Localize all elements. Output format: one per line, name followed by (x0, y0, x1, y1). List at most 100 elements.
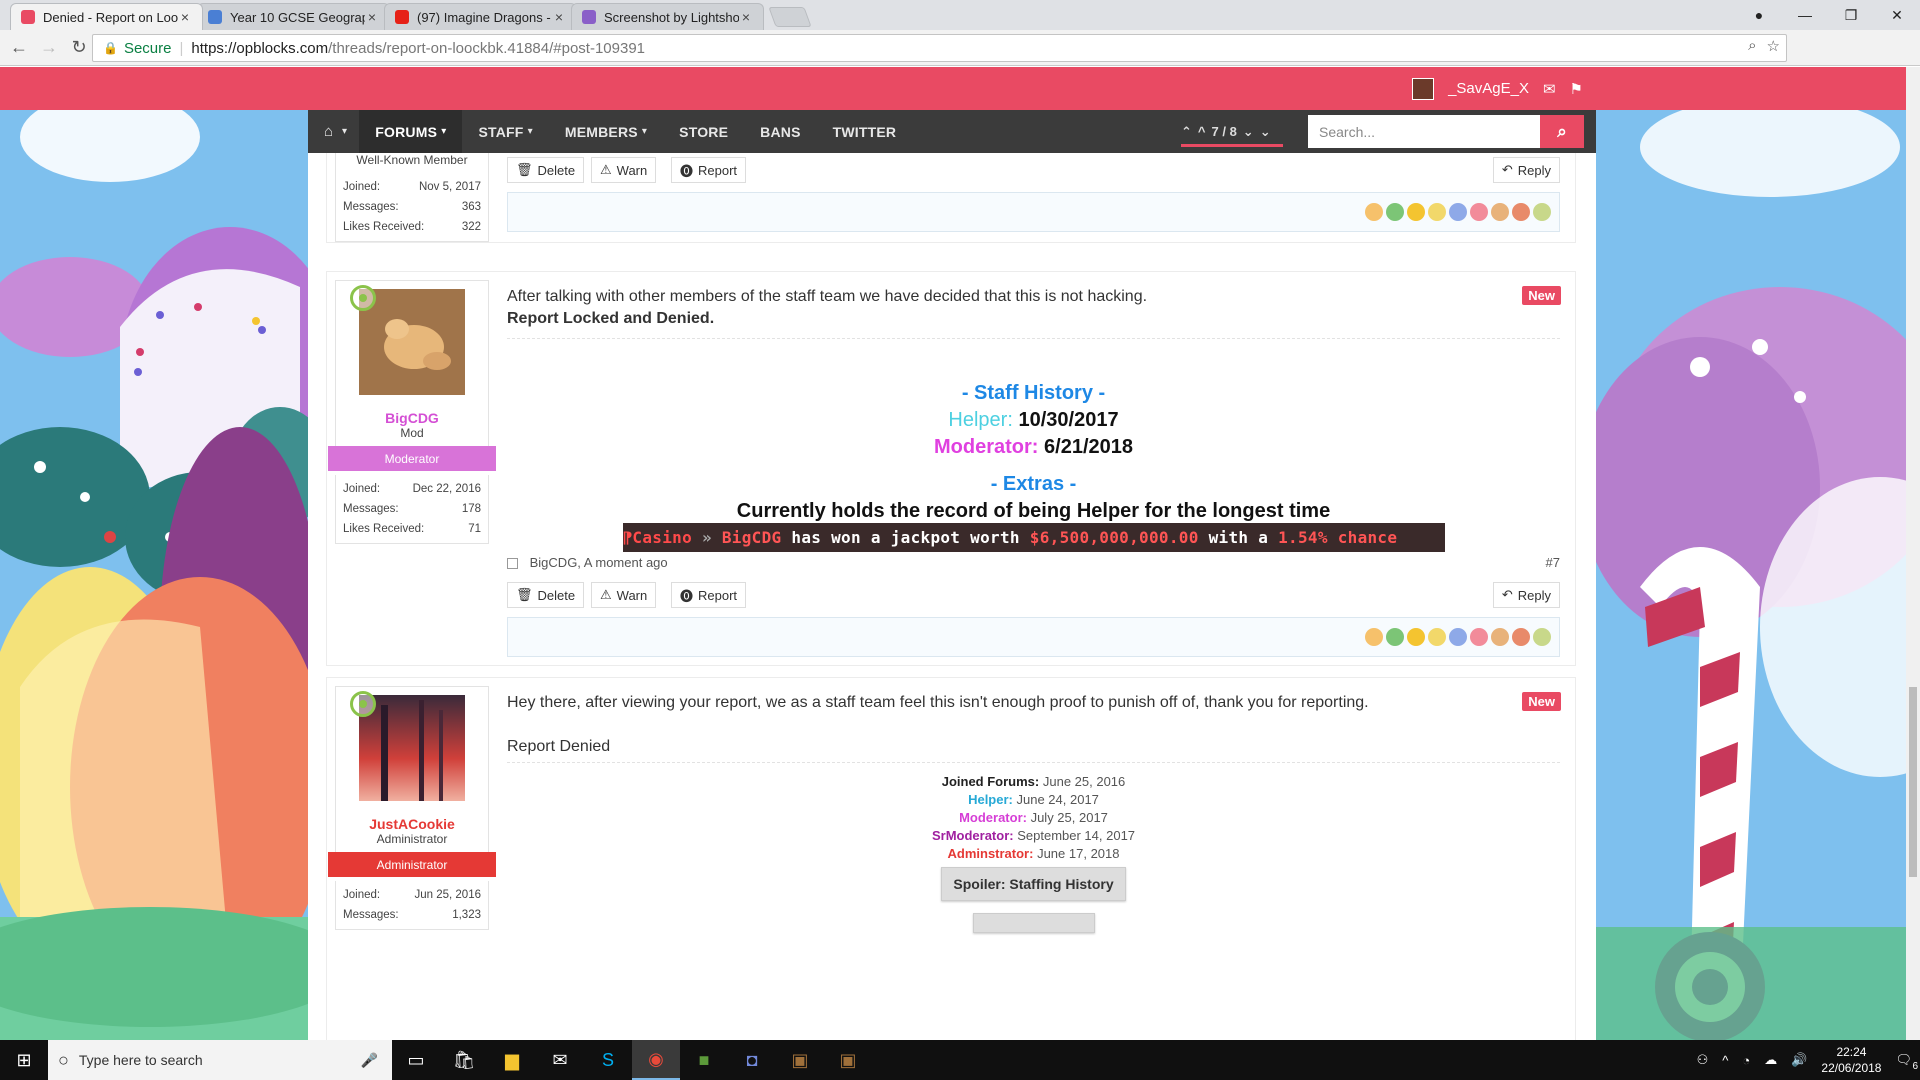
tab-store[interactable]: STORE (663, 110, 744, 153)
rainbow-icon[interactable] (1512, 628, 1530, 646)
profile-icon[interactable]: ● (1736, 7, 1782, 23)
notifications-icon[interactable]: 🗨 6 (1895, 1052, 1918, 1072)
tab-geography[interactable]: Year 10 GCSE Geography × (197, 3, 390, 30)
network-icon[interactable]: ◔ (1742, 1053, 1750, 1068)
taskbar-search-input[interactable]: ○ Type here to search 🎤 (48, 1040, 392, 1080)
account-username[interactable]: _SavAgE_X (1448, 80, 1529, 97)
creative-icon[interactable] (1533, 628, 1551, 646)
agree-icon[interactable] (1386, 628, 1404, 646)
windows-start-icon[interactable]: ⊞ (0, 1050, 48, 1071)
address-bar[interactable]: 🔒 Secure | https://opblocks.com/threads/… (92, 34, 1787, 62)
home-nav[interactable]: ⌂ ▾ (308, 110, 359, 153)
minimize-icon[interactable]: — (1782, 7, 1828, 23)
minecraft-launcher-2-icon[interactable]: ▣ (824, 1040, 872, 1080)
moderator-label: Moderator: (934, 436, 1039, 458)
funny-icon[interactable] (1407, 203, 1425, 221)
casino-player: BigCDG (721, 528, 782, 547)
bookmark-star-icon[interactable]: ☆ (1767, 37, 1780, 55)
tab-bans[interactable]: BANS (744, 110, 816, 153)
info-icon[interactable] (1449, 628, 1467, 646)
zoom-icon[interactable]: ⌕ (1748, 37, 1756, 55)
scrollbar-thumb[interactable] (1909, 687, 1917, 877)
skype-icon[interactable]: S (584, 1040, 632, 1080)
tab-youtube[interactable]: (97) Imagine Dragons - B × (384, 3, 577, 30)
report-button[interactable]: ⓿ Report (671, 157, 747, 183)
close-icon[interactable]: × (739, 9, 753, 25)
close-icon[interactable]: × (178, 9, 192, 25)
avatar[interactable] (1412, 77, 1435, 100)
spoiler-button[interactable]: Spoiler: Staffing History (941, 867, 1126, 901)
last-page-icon[interactable]: ⌄ (1260, 124, 1271, 140)
close-window-icon[interactable]: ✕ (1874, 7, 1920, 24)
minecraft-icon[interactable]: ■ (680, 1040, 728, 1080)
store-icon[interactable]: 🛍 (440, 1040, 488, 1080)
tab-forums[interactable]: FORUMS ▾ (359, 110, 463, 153)
winner-icon[interactable] (1428, 628, 1446, 646)
search-button[interactable]: ⌕ (1540, 115, 1584, 148)
winner-icon[interactable] (1428, 203, 1446, 221)
page-scrollbar[interactable] (1906, 67, 1920, 1040)
useful-icon[interactable] (1491, 628, 1509, 646)
stat-label: Joined: (343, 483, 381, 495)
rainbow-icon[interactable] (1512, 203, 1530, 221)
tab-lightshot[interactable]: Screenshot by Lightshot × (571, 3, 764, 30)
volume-icon[interactable]: 🔊 (1791, 1052, 1807, 1068)
love-icon[interactable] (1470, 628, 1488, 646)
minecraft-launcher-icon[interactable]: ▣ (776, 1040, 824, 1080)
warn-button[interactable]: ⚠ Warn (591, 582, 657, 608)
author-time[interactable]: BigCDG, A moment ago (530, 555, 668, 570)
prev-page-icon[interactable]: ^ (1198, 124, 1206, 139)
avatar[interactable] (359, 694, 465, 801)
select-checkbox[interactable] (507, 558, 518, 570)
alerts-flag-icon[interactable]: ⚑ (1570, 80, 1583, 98)
post-previous: Well-Known Member Joined: Nov 5, 2017 Mes… (326, 153, 1576, 243)
first-page-icon[interactable]: ⌃ (1181, 124, 1192, 140)
warn-button[interactable]: ⚠ Warn (591, 157, 657, 183)
spoiler-button-2[interactable] (972, 913, 1095, 933)
avatar[interactable] (359, 288, 465, 395)
moderator-line: Moderator: 6/21/2018 (507, 434, 1560, 461)
forward-icon[interactable]: → (34, 37, 64, 58)
avatar-box (335, 280, 489, 402)
next-page-icon[interactable]: ⌄ (1243, 124, 1254, 140)
tab-twitter[interactable]: TWITTER (817, 110, 913, 153)
mail-icon[interactable]: ✉ (536, 1040, 584, 1080)
like-icon[interactable] (1365, 628, 1383, 646)
maximize-icon[interactable]: ❐ (1828, 7, 1874, 24)
info-icon[interactable] (1449, 203, 1467, 221)
discord-icon[interactable]: ◘ (728, 1040, 776, 1080)
funny-icon[interactable] (1407, 628, 1425, 646)
useful-icon[interactable] (1491, 203, 1509, 221)
report-button[interactable]: ⓿ Report (671, 582, 747, 608)
like-icon[interactable] (1365, 203, 1383, 221)
people-icon[interactable]: ⚇ (1697, 1052, 1709, 1068)
inbox-icon[interactable]: ✉ (1543, 80, 1556, 98)
tab-denied-report[interactable]: Denied - Report on Looc × (10, 3, 203, 30)
page-indicator[interactable]: 7 / 8 (1212, 124, 1237, 139)
love-icon[interactable] (1470, 203, 1488, 221)
divider (507, 338, 1560, 339)
delete-button[interactable]: 🗑 Delete (507, 582, 585, 608)
show-hidden-icons-icon[interactable]: ^ (1722, 1053, 1728, 1068)
tab-members[interactable]: MEMBERS ▾ (549, 110, 663, 153)
taskbar-clock[interactable]: 22:24 22/06/2018 (1821, 1044, 1881, 1076)
reply-button[interactable]: ↶ Reply (1492, 582, 1560, 608)
delete-button[interactable]: 🗑 Delete (507, 157, 585, 183)
tab-staff[interactable]: STAFF ▾ (462, 110, 548, 153)
reply-button[interactable]: ↶ Reply (1492, 157, 1560, 183)
username-link[interactable]: BigCDG (335, 402, 489, 426)
onedrive-icon[interactable]: ☁ (1764, 1052, 1777, 1068)
back-icon[interactable]: ← (4, 37, 34, 58)
creative-icon[interactable] (1533, 203, 1551, 221)
reload-icon[interactable]: ↻ (64, 37, 94, 58)
agree-icon[interactable] (1386, 203, 1404, 221)
post-number[interactable]: #7 (1546, 555, 1560, 570)
chrome-icon[interactable]: ◉ (632, 1040, 680, 1080)
task-view-icon[interactable]: ▭ (392, 1040, 440, 1080)
new-tab-button[interactable] (768, 7, 812, 27)
file-explorer-icon[interactable]: ▆ (488, 1040, 536, 1080)
username-link[interactable]: JustACookie (335, 808, 489, 832)
close-icon[interactable]: × (552, 9, 566, 25)
search-input[interactable]: Search... (1308, 115, 1540, 148)
close-icon[interactable]: × (365, 9, 379, 25)
